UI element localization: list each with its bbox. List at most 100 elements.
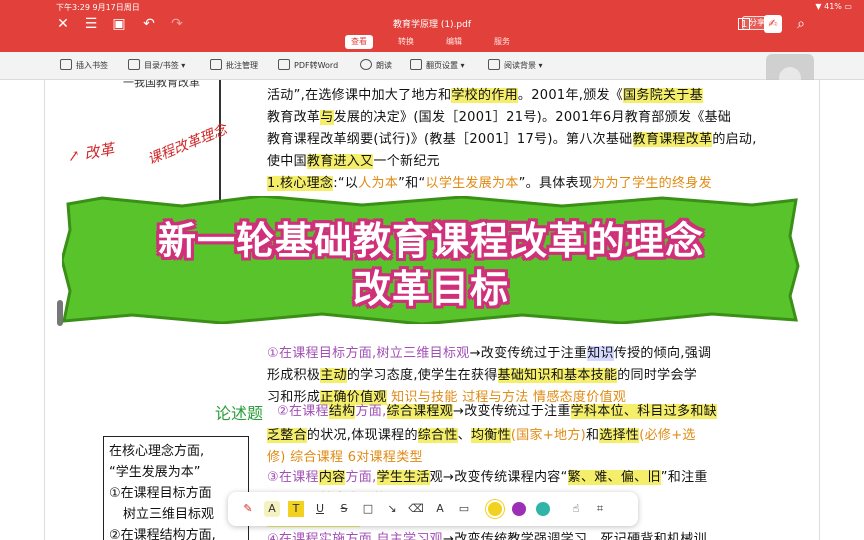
hand-draw-icon[interactable]: ✍: [764, 15, 782, 33]
text-segment: 基础知识和基本技能: [497, 368, 618, 383]
summary-line: 树立三维目标观: [123, 507, 215, 522]
text-segment: 主动: [320, 368, 347, 383]
search-icon[interactable]: ⌕: [792, 15, 810, 33]
summary-line: 在核心理念方面,: [109, 444, 205, 459]
text-segment: 教育课程改革: [632, 132, 713, 147]
document-line: ②在课程结构方面,综合课程观→改变传统过于注重学科本位、科目过多和缺: [277, 400, 717, 419]
headphone-icon: [360, 59, 372, 70]
comment-icon[interactable]: ▭: [456, 501, 472, 517]
tool-label: 翻页设置: [426, 61, 458, 70]
tool-row: 插入书签 目录/书签 ▾ 批注管理 PDF转Word 朗读 翻页设置 ▾ 阅读背…: [0, 52, 864, 80]
strikethrough-icon[interactable]: S: [336, 501, 352, 517]
text-segment: ③在课程: [267, 470, 319, 485]
title-banner: 新一轮基础教育课程改革的理念 改革目标: [62, 196, 800, 324]
text-segment: 的状况,体现课程的: [306, 428, 418, 443]
text-segment: 的同时学会学: [617, 368, 698, 383]
text-segment: 。2001年,颁发《: [517, 88, 624, 103]
text-segment: 综合课程 6对课程类型: [285, 450, 423, 465]
text-segment: 、: [457, 428, 471, 443]
annotation-manage-tool[interactable]: 批注管理: [210, 59, 258, 73]
text-segment: ”和“: [398, 176, 426, 191]
document-line: ③在课程内容方面,学生生活观→改变传统课程内容“繁、难、偏、旧”和注重: [267, 466, 708, 485]
text-segment: 综合性: [417, 428, 458, 443]
color-swatch[interactable]: [536, 502, 550, 516]
text-segment: →改变传统过于注重: [453, 404, 571, 419]
text-segment: 教育课程改革纲要(试行)》(教基［2001］17号)。第八次基础: [267, 132, 633, 147]
read-aloud-tool[interactable]: 朗读: [360, 59, 392, 73]
text-segment: ①在课程目标方面,树立三维目标观: [267, 346, 470, 361]
status-battery: ▼ 41% ▭: [815, 2, 852, 11]
text-segment: 学校的作用: [451, 88, 518, 103]
toc-bookmark-tool[interactable]: 目录/书签 ▾: [128, 59, 185, 73]
text-segment: 1.核心理念: [267, 176, 334, 191]
highlighter-icon[interactable]: A: [264, 501, 280, 517]
tool-label: 阅读背景: [504, 61, 536, 70]
document-line: ④在课程实施方面,自主学习观→改变传统教学强调学习、死记硬背和机械训: [267, 528, 707, 540]
battery-text: 41%: [824, 2, 842, 11]
text-segment: 综合课程观: [386, 404, 454, 419]
text-segment: 学生生活: [376, 470, 430, 485]
text-segment: 形成积极: [267, 368, 321, 383]
text-segment: (必修+选: [639, 428, 696, 443]
text-segment: 使中国: [267, 154, 307, 169]
summary-line: “学生发展为本”: [109, 465, 201, 480]
banner-title: 新一轮基础教育课程改革的理念: [157, 219, 704, 263]
color-swatch[interactable]: [512, 502, 526, 516]
document-line: 1.核心理念:“以人为本”和“以学生发展为本”。具体表现为为了学生的终身发: [267, 172, 712, 191]
tab-service[interactable]: 服务: [494, 35, 510, 49]
text-segment: 的学习态度,使学生在获得: [346, 368, 498, 383]
reading-background-tool[interactable]: 阅读背景 ▾: [488, 59, 543, 73]
text-highlight-icon[interactable]: T: [288, 501, 304, 517]
color-swatch[interactable]: [488, 502, 502, 516]
text-segment: 内容: [318, 470, 346, 485]
annotation-toolbar: ✎ A T U S □ ↘ ⌫ A ▭ ☝ ⌗: [228, 492, 638, 526]
text-segment: 传授的倾向,强调: [613, 346, 712, 361]
app-top-bar: 下午3:29 9月17日周日 ▼ 41% ▭ ✕ ☰ ▣ ↶ ↷ 教育学原理 (…: [0, 0, 864, 52]
page-count-badge[interactable]: 1: [738, 18, 750, 30]
text-segment: 活动”,在选修课中加大了地方和: [267, 88, 452, 103]
summary-line: ①在课程目标方面: [109, 486, 212, 501]
text-segment: 国务院关于基: [623, 88, 703, 103]
text-segment: 选择性: [599, 428, 640, 443]
convert-icon: [278, 59, 290, 70]
text-segment: ”和注重: [660, 470, 708, 485]
background-icon: [488, 59, 500, 70]
text-segment: 与: [320, 110, 334, 125]
eraser-icon[interactable]: ⌫: [408, 501, 424, 517]
text-segment: 乏整合: [267, 428, 307, 443]
text-segment: 修): [267, 450, 286, 465]
document-line: 教育改革与发展的决定》(国发［2001］21号)。2001年6月教育部颁发《基础: [267, 106, 731, 125]
document-line: 活动”,在选修课中加大了地方和学校的作用。2001年,颁发《国务院关于基: [267, 84, 703, 103]
hand-pan-icon[interactable]: ☝: [568, 501, 584, 517]
text-segment: 方面,: [345, 470, 377, 485]
page-turn-setting-tool[interactable]: 翻页设置 ▾: [410, 59, 465, 73]
tab-convert[interactable]: 转换: [398, 35, 414, 49]
insert-bookmark-tool[interactable]: 插入书签: [60, 59, 108, 73]
page-turn-icon: [410, 59, 422, 70]
text-segment: 繁、难、偏、旧: [567, 470, 661, 485]
rectangle-icon[interactable]: □: [360, 501, 376, 517]
tool-label: 插入书签: [76, 61, 108, 70]
text-tool-icon[interactable]: A: [432, 501, 448, 517]
tool-label: 批注管理: [226, 61, 258, 70]
text-segment: ④在课程实施方面,自主学习观: [267, 532, 443, 540]
tab-view[interactable]: 查看: [345, 35, 373, 49]
annotation-icon: [210, 59, 222, 70]
crop-icon[interactable]: ⌗: [592, 501, 608, 517]
text-segment: 一个新纪元: [373, 154, 440, 169]
side-note-text: 一我国教育改革: [123, 80, 200, 89]
pen-icon[interactable]: ✎: [240, 501, 256, 517]
tab-edit[interactable]: 编辑: [446, 35, 462, 49]
text-segment: 人为本: [358, 176, 399, 191]
underline-icon[interactable]: U: [312, 501, 328, 517]
text-segment: ②在课程: [277, 404, 329, 419]
arrow-icon[interactable]: ↘: [384, 501, 400, 517]
summary-line: ②在课程结构方面,: [109, 528, 216, 540]
document-line: 形成积极主动的学习态度,使学生在获得基础知识和基本技能的同时学会学: [267, 364, 697, 383]
tool-label: 目录/书签: [144, 61, 179, 70]
text-segment: :“以: [333, 176, 359, 191]
document-line: 乏整合的状况,体现课程的综合性、均衡性(国家+地方)和选择性(必修+选: [267, 424, 696, 443]
pdf-to-word-tool[interactable]: PDF转Word: [278, 59, 338, 73]
document-line: 使中国教育进入又一个新纪元: [267, 150, 440, 169]
text-segment: 结构: [328, 404, 356, 419]
